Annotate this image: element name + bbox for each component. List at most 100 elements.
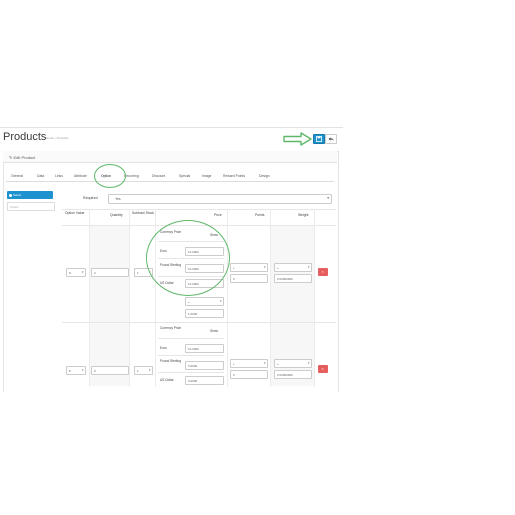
tab-design[interactable]: Design	[259, 174, 270, 178]
page-top-border	[0, 127, 343, 128]
quantity-value: 0	[94, 368, 96, 373]
col-price: Price	[214, 213, 222, 217]
points-prefix-value: +	[233, 265, 235, 270]
weight-prefix-select[interactable]: + ▾	[274, 359, 312, 368]
save-button[interactable]	[313, 134, 325, 144]
back-button[interactable]	[325, 134, 337, 144]
reply-icon	[328, 137, 334, 141]
panel-title-text: Edit Product	[13, 155, 36, 160]
option-value-text: 8	[69, 270, 71, 275]
minus-circle-icon	[9, 193, 12, 197]
price-value: 0.0000	[188, 363, 198, 368]
weight-prefix-value: +	[277, 265, 279, 270]
tab-recurring[interactable]: Recurring	[124, 174, 139, 178]
chevron-down-icon: ▾	[148, 368, 151, 372]
minus-circle-icon: ×	[321, 366, 324, 371]
tab-reward-points[interactable]: Reward Points	[223, 174, 245, 178]
price-prefix-select[interactable]: + ▾	[185, 297, 224, 306]
price-input[interactable]: 0.0000	[185, 361, 224, 370]
col-option-value: Option Value	[65, 211, 85, 215]
weight-value: 0.00000000	[277, 372, 293, 377]
save-icon	[316, 136, 322, 142]
price-input[interactable]: 10.0000	[185, 344, 224, 353]
col-divider	[89, 209, 90, 387]
chevron-down-icon: ▾	[219, 299, 222, 303]
subtract-select[interactable]: 1 ▾	[134, 366, 153, 375]
col-points: Points	[255, 213, 265, 217]
tab-discount[interactable]: Discount	[152, 174, 165, 178]
weight-input[interactable]: 0.00000000	[274, 274, 312, 283]
currency-label: Pound Sterling	[160, 359, 181, 363]
tab-image[interactable]: Image	[202, 174, 211, 178]
points-input[interactable]: 0	[230, 274, 268, 283]
option-value-select[interactable]: 8 ▾	[66, 268, 86, 277]
arrow-right-icon	[283, 132, 312, 146]
tab-bar-border	[6, 181, 334, 182]
option-list-item-active[interactable]: Select	[7, 191, 53, 199]
quantity-value: 2	[94, 270, 96, 275]
highlight-circle	[146, 220, 230, 296]
required-label: Required	[83, 196, 98, 200]
row-divider	[62, 322, 336, 323]
minus-circle-icon: ×	[321, 269, 324, 274]
required-select[interactable]: Yes ▾	[108, 194, 332, 204]
tab-attribute[interactable]: Attribute	[74, 174, 87, 178]
panel-title: ✎ Edit Product	[9, 155, 35, 160]
subtract-value: 1	[137, 270, 139, 275]
remove-option-button[interactable]: ×	[318, 268, 328, 276]
chevron-down-icon: ▾	[307, 265, 310, 269]
option-autocomplete-input[interactable]: Option	[7, 202, 55, 211]
weight-prefix-select[interactable]: + ▾	[274, 263, 312, 272]
tab-special[interactable]: Special	[179, 174, 190, 178]
subtract-value: 1	[137, 368, 139, 373]
price-input[interactable]: 0.0000	[185, 376, 224, 385]
col-quantity: Quantity	[110, 213, 123, 217]
chevron-down-icon: ▾	[327, 196, 329, 200]
price-table-border	[158, 355, 224, 356]
quantity-input[interactable]: 2	[91, 268, 129, 277]
col-divider	[129, 209, 130, 387]
option-value-select[interactable]: 8 ▾	[66, 366, 86, 375]
tab-links[interactable]: Links	[55, 174, 63, 178]
currency-price-header: Currency Price	[160, 326, 182, 330]
price-table-border	[158, 338, 224, 339]
currency-label: Euro	[160, 346, 167, 350]
quantity-input[interactable]: 0	[91, 366, 129, 375]
chevron-down-icon: ▾	[263, 265, 266, 269]
highlight-ellipse	[94, 164, 126, 188]
weight-input[interactable]: 0.00000000	[274, 370, 312, 379]
points-value: 0	[233, 276, 235, 281]
currency-label: US Dollar	[160, 378, 174, 382]
points-prefix-select[interactable]: + ▾	[230, 359, 268, 368]
weight-value: 0.00000000	[277, 276, 293, 281]
option-list-item-label: Select	[13, 193, 22, 197]
col-subtract-stock: Subtract Stock	[132, 211, 155, 215]
price-value: 10.0000	[188, 346, 199, 351]
option-input-placeholder: Option	[10, 204, 19, 209]
points-prefix-select[interactable]: + ▾	[230, 263, 268, 272]
chevron-down-icon: ▾	[81, 368, 84, 372]
tab-data[interactable]: Data	[37, 174, 44, 178]
tab-general[interactable]: General	[11, 174, 23, 178]
col-divider	[314, 209, 315, 387]
col-divider	[270, 209, 271, 387]
points-value: 0	[233, 372, 235, 377]
col-divider	[227, 209, 228, 387]
col-weight: Weight	[298, 213, 309, 217]
chevron-down-icon: ▾	[81, 270, 84, 274]
panel-heading	[3, 151, 337, 163]
page-title: Products	[3, 131, 47, 143]
price-table-border	[158, 372, 224, 373]
weight-prefix-value: +	[277, 361, 279, 366]
quantity-column	[89, 226, 129, 386]
price-extra-input[interactable]: 1.0000	[185, 309, 224, 318]
points-prefix-value: +	[233, 361, 235, 366]
show-header: Show	[210, 329, 218, 333]
chevron-down-icon: ▾	[263, 361, 266, 365]
remove-option-button[interactable]: ×	[318, 365, 328, 373]
table-top-border	[62, 209, 336, 210]
points-input[interactable]: 0	[230, 370, 268, 379]
breadcrumb[interactable]: Home › Products	[46, 136, 69, 140]
chevron-down-icon: ▾	[307, 361, 310, 365]
price-extra-value: 1.0000	[188, 311, 198, 316]
